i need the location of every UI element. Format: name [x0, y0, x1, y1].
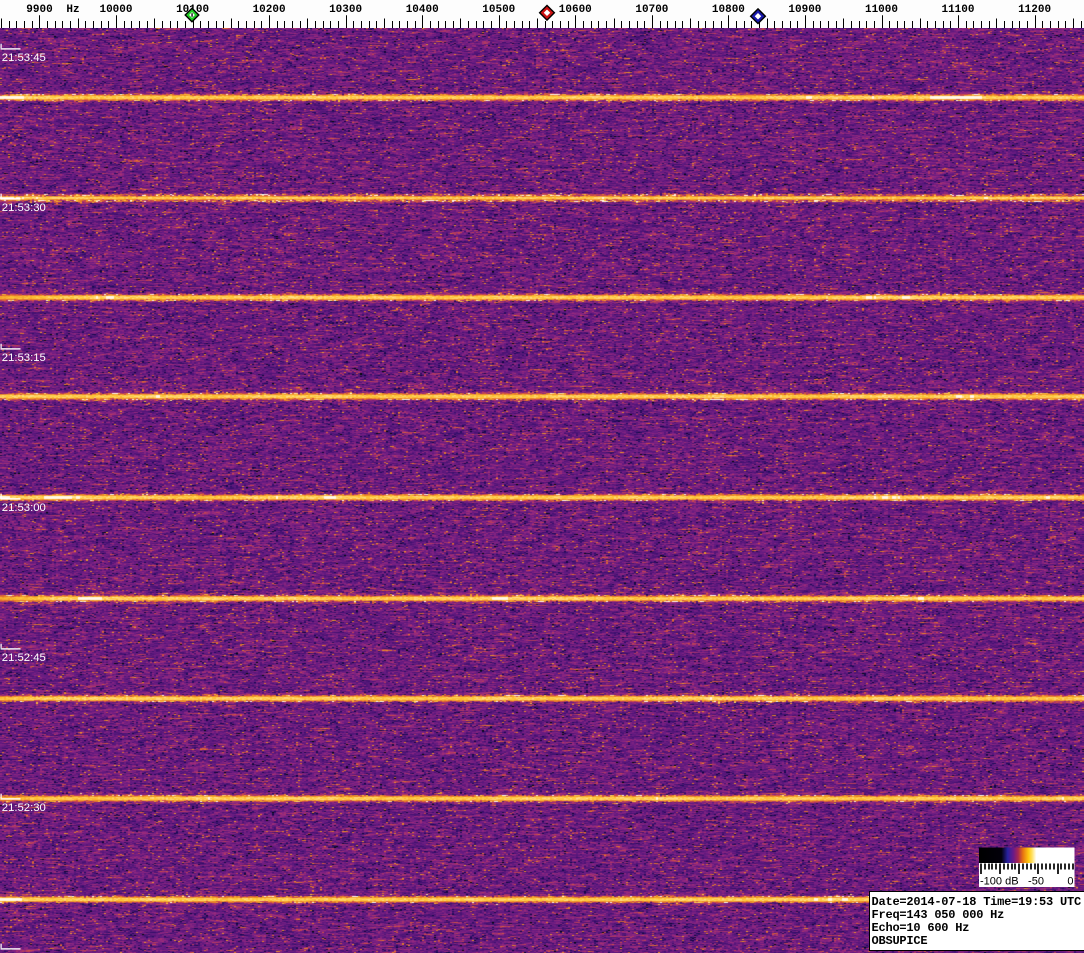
svg-text:Date=2014-07-18 Time=19:53 UTC: Date=2014-07-18 Time=19:53 UTC	[872, 895, 1081, 909]
svg-text:21:53:00: 21:53:00	[2, 502, 46, 514]
svg-text:21:53:30: 21:53:30	[2, 202, 46, 214]
svg-text:21:53:15: 21:53:15	[2, 352, 46, 364]
svg-text:OBSUPICE: OBSUPICE	[872, 934, 928, 948]
svg-text:21:52:30: 21:52:30	[2, 802, 46, 814]
svg-text:-50: -50	[1028, 876, 1044, 888]
svg-text:0: 0	[1067, 876, 1073, 888]
svg-text:-100 dB: -100 dB	[980, 876, 1019, 888]
svg-text:Freq=143 050 000 Hz: Freq=143 050 000 Hz	[872, 908, 1005, 922]
svg-text:Echo=10 600 Hz: Echo=10 600 Hz	[872, 921, 970, 935]
svg-text:21:52:45: 21:52:45	[2, 652, 46, 664]
svg-text:21:53:45: 21:53:45	[2, 52, 46, 64]
